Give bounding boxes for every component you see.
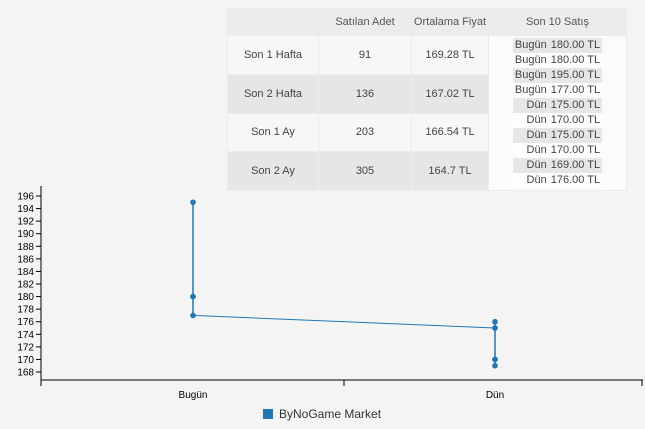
avg-price-cell: 166.54 TL	[411, 112, 489, 153]
sale-row: Dün 170.00 TL	[512, 113, 603, 128]
sale-day: Bugün	[512, 83, 549, 98]
series-line	[192, 314, 496, 329]
sale-price: 170.00 TL	[548, 143, 603, 158]
period-cell: Son 1 Ay	[227, 112, 319, 153]
y-tick-label: 174	[17, 330, 34, 341]
y-tick-label: 182	[17, 280, 34, 291]
sale-day: Dün	[512, 143, 549, 158]
price-history-widget: Satılan Adet Ortalama Fiyat Son 10 Satış…	[0, 0, 645, 429]
y-tick-label: 192	[17, 217, 34, 228]
sale-price: 169.00 TL	[548, 158, 603, 173]
sale-row: Dün 175.00 TL	[512, 128, 603, 143]
period-cell: Son 1 Hafta	[227, 35, 319, 75]
stats-header-row: Satılan Adet Ortalama Fiyat Son 10 Satış	[227, 8, 627, 36]
sale-price: 175.00 TL	[548, 98, 603, 113]
x-tick-label: Bugün	[179, 390, 208, 401]
legend-label: ByNoGame Market	[279, 407, 382, 421]
sale-day: Bugün	[512, 38, 549, 53]
data-point	[190, 293, 196, 300]
data-point	[190, 293, 196, 300]
sale-row: Bugün 195.00 TL	[512, 68, 603, 83]
data-point	[492, 318, 498, 325]
sale-day: Bugün	[512, 68, 549, 83]
last-sales-list: Bugün 180.00 TL Bugün 180.00 TL Bugün 195.0…	[512, 38, 603, 188]
last-sales-cell: Bugün 180.00 TL Bugün 180.00 TL Bugün 195.0…	[488, 35, 627, 191]
period-header	[227, 8, 319, 36]
count-cell: 136	[318, 73, 412, 114]
y-tick-label: 170	[17, 355, 34, 366]
period-cell: Son 2 Hafta	[227, 73, 319, 114]
sale-row: Dün 170.00 TL	[512, 143, 603, 158]
sale-day: Dün	[512, 158, 549, 173]
sales-stats-table: Satılan Adet Ortalama Fiyat Son 10 Satış…	[227, 8, 627, 191]
avg-price-cell: 167.02 TL	[411, 73, 489, 114]
y-tick-label: 172	[17, 342, 34, 353]
sale-price: 180.00 TL	[548, 38, 603, 53]
count-cell: 91	[318, 35, 412, 75]
chart-legend[interactable]: ByNoGame Market	[263, 406, 381, 422]
sale-row: Dün 176.00 TL	[512, 173, 603, 188]
y-tick-label: 184	[17, 267, 34, 278]
data-point	[190, 199, 196, 206]
y-tick-label: 186	[17, 254, 34, 265]
avg-price-cell: 169.28 TL	[411, 35, 489, 75]
y-tick-label: 188	[17, 242, 34, 253]
data-point	[492, 325, 498, 331]
sale-day: Dün	[512, 113, 549, 128]
y-tick-label: 176	[17, 317, 34, 328]
count-cell: 203	[318, 112, 412, 153]
avg-price-header: Ortalama Fiyat	[411, 8, 489, 36]
data-point	[492, 325, 498, 331]
sale-row: Bugün 177.00 TL	[512, 83, 603, 98]
stats-row: Son 1 Hafta 91 169.28 TL Bugün 180.00 TL …	[227, 35, 627, 191]
count-cell: 305	[318, 151, 412, 191]
x-tick-label: Dün	[486, 390, 504, 401]
data-point	[190, 312, 196, 319]
data-point	[492, 356, 498, 363]
sale-price: 170.00 TL	[548, 113, 603, 128]
y-tick-label: 180	[17, 292, 34, 303]
sale-row: Dün 175.00 TL	[512, 98, 603, 113]
sale-row: Bugün 180.00 TL	[512, 38, 603, 53]
y-tick-label: 194	[17, 204, 34, 215]
sale-day: Bugün	[512, 53, 549, 68]
legend-swatch	[263, 409, 273, 419]
y-tick-label: 178	[17, 305, 34, 316]
sale-row: Dün 169.00 TL	[512, 158, 603, 173]
sale-day: Dün	[512, 128, 549, 143]
sale-price: 175.00 TL	[548, 128, 603, 143]
avg-price-cell: 164.7 TL	[411, 151, 489, 191]
period-cell: Son 2 Ay	[227, 151, 319, 191]
y-tick-label: 196	[17, 192, 34, 203]
sale-row: Bugün 180.00 TL	[512, 53, 603, 68]
sale-price: 176.00 TL	[548, 173, 603, 188]
last-sales-header: Son 10 Satış	[488, 8, 627, 36]
sale-day: Dün	[512, 98, 549, 113]
data-point	[492, 362, 498, 369]
data-point	[492, 356, 498, 363]
sale-price: 195.00 TL	[548, 68, 603, 83]
sale-price: 180.00 TL	[548, 53, 603, 68]
y-tick-label: 168	[17, 368, 34, 379]
y-tick-label: 190	[17, 229, 34, 240]
count-header: Satılan Adet	[318, 8, 412, 36]
sale-day: Dün	[512, 173, 549, 188]
sale-price: 177.00 TL	[548, 83, 603, 98]
